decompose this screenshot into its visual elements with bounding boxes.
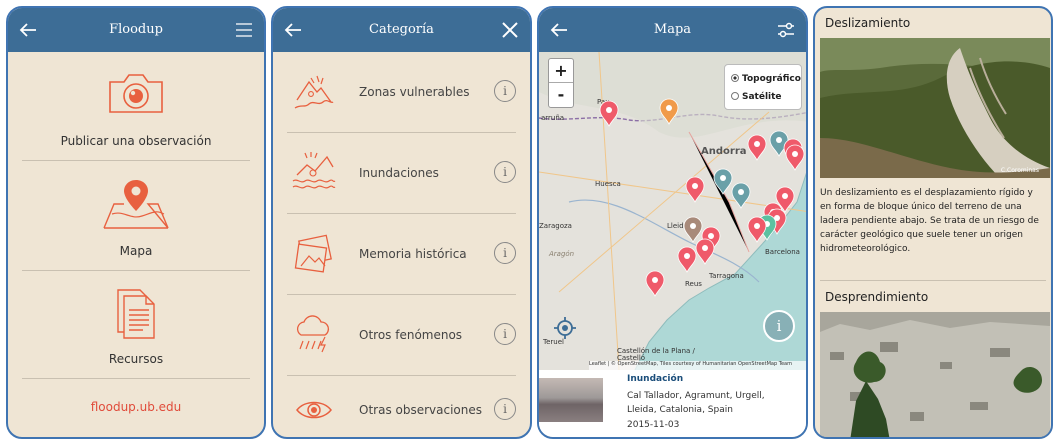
map-marker-icon[interactable] xyxy=(659,98,679,125)
rockfall-photo xyxy=(820,312,1050,437)
map-marker-icon[interactable] xyxy=(747,134,767,161)
map-marker-icon[interactable] xyxy=(677,246,697,273)
category-label: Memoria histórica xyxy=(359,247,467,261)
observation-user[interactable]: acangros xyxy=(765,435,802,437)
section-description: Un deslizamiento es el desplazamiento rí… xyxy=(820,188,1039,254)
info-icon[interactable]: i xyxy=(494,323,516,345)
info-icon[interactable]: i xyxy=(494,398,516,420)
publish-observation-label: Publicar una observación xyxy=(60,134,212,148)
photos-icon xyxy=(294,234,332,273)
layer-label: Satélite xyxy=(742,92,782,102)
rain-storm-icon xyxy=(296,315,329,353)
flood-icon xyxy=(292,152,336,189)
info-icon[interactable]: i xyxy=(494,161,516,183)
layer-switcher: Topográfico Satélite xyxy=(724,64,802,110)
map-label: Mapa xyxy=(119,244,153,258)
home-screen: Floodup Publicar una observación Mapa Re… xyxy=(6,6,266,439)
category-label: Otras observaciones xyxy=(359,403,482,417)
map-marker-icon[interactable] xyxy=(713,168,733,195)
layer-option[interactable]: Topográfico xyxy=(731,70,801,88)
map-marker-icon[interactable] xyxy=(731,182,751,209)
observation-card[interactable]: Inundación Cal Tallador, Agramunt, Urgel… xyxy=(539,370,806,437)
observation-date: 2015-11-03 xyxy=(627,420,680,430)
resources-label: Recursos xyxy=(108,352,164,366)
landslide-icon xyxy=(294,75,334,109)
layer-option[interactable]: Satélite xyxy=(731,88,795,106)
observation-type: Inundación xyxy=(627,374,684,384)
map-marker-icon[interactable] xyxy=(599,100,619,127)
info-icon[interactable]: i xyxy=(494,80,516,102)
app-header: Floodup xyxy=(8,8,264,52)
map-marker-icon[interactable] xyxy=(683,216,703,243)
divider xyxy=(22,270,250,271)
observation-photo xyxy=(539,378,603,422)
map-marker-icon[interactable] xyxy=(685,176,705,203)
category-item[interactable]: Otros fenómenos i xyxy=(273,295,530,375)
zoom-out-button[interactable]: - xyxy=(549,83,573,107)
map-info-icon[interactable]: i xyxy=(763,310,795,342)
radio-selected-icon[interactable] xyxy=(731,74,739,82)
resources-button[interactable]: Recursos xyxy=(8,284,264,376)
publish-observation-button[interactable]: Publicar una observación xyxy=(8,70,264,160)
zoom-in-button[interactable]: + xyxy=(549,59,573,83)
map-screen: Mapa arruña Pau Andorra Huesca Lleida Za… xyxy=(537,6,808,439)
app-header: Mapa xyxy=(539,8,806,52)
camera-icon xyxy=(109,74,163,113)
app-header: Categoría xyxy=(273,8,530,52)
section-title: Desprendimiento xyxy=(825,290,929,304)
locate-icon[interactable] xyxy=(553,316,577,340)
map-marker-icon[interactable] xyxy=(645,270,665,297)
screen-title: Mapa xyxy=(653,22,692,37)
map-attribution[interactable]: Leaflet | © OpenStreetMap, Tiles courtes… xyxy=(589,361,806,370)
map-view[interactable]: arruña Pau Andorra Huesca Lleida Zaragoz… xyxy=(539,52,806,370)
map-button[interactable]: Mapa xyxy=(8,178,264,270)
map-marker-icon[interactable] xyxy=(695,238,715,265)
landslide-photo xyxy=(820,38,1050,178)
category-screen: Categoría Zonas vulnerables i Inundacion… xyxy=(271,6,532,439)
info-icon[interactable]: i xyxy=(494,242,516,264)
photo-credit: C.Corominas xyxy=(1000,167,1039,174)
category-label: Inundaciones xyxy=(359,166,439,180)
radio-icon[interactable] xyxy=(731,92,739,100)
screen-title: Categoría xyxy=(369,22,434,37)
map-marker-icon[interactable] xyxy=(747,216,767,243)
map-marker-icon[interactable] xyxy=(785,144,805,171)
category-item[interactable]: Zonas vulnerables i xyxy=(273,52,530,132)
layer-label: Topográfico xyxy=(742,74,801,84)
map-icon xyxy=(103,180,169,229)
divider xyxy=(820,280,1046,281)
section-title: Deslizamiento xyxy=(825,16,911,30)
divider xyxy=(22,160,250,161)
close-icon[interactable] xyxy=(498,18,522,42)
observation-address: Cal Tallador, Agramunt, Urgell, Lleida, … xyxy=(627,391,765,415)
category-item[interactable]: Otras observaciones i xyxy=(273,370,530,437)
app-title: Floodup xyxy=(109,22,163,37)
category-item[interactable]: Memoria histórica i xyxy=(273,214,530,294)
category-label: Otros fenómenos xyxy=(359,328,463,342)
hamburger-menu-icon[interactable] xyxy=(232,18,256,42)
category-label: Zonas vulnerables xyxy=(359,85,470,99)
documents-icon xyxy=(117,289,155,339)
website-link[interactable]: floodup.ub.edu xyxy=(8,400,264,414)
filter-sliders-icon[interactable] xyxy=(774,18,798,42)
eye-icon xyxy=(296,401,332,419)
category-item[interactable]: Inundaciones i xyxy=(273,133,530,213)
divider xyxy=(22,378,250,379)
zoom-control: + - xyxy=(548,58,574,108)
resources-screen: Deslizamiento C.Corominas Un deslizamien… xyxy=(813,6,1053,439)
